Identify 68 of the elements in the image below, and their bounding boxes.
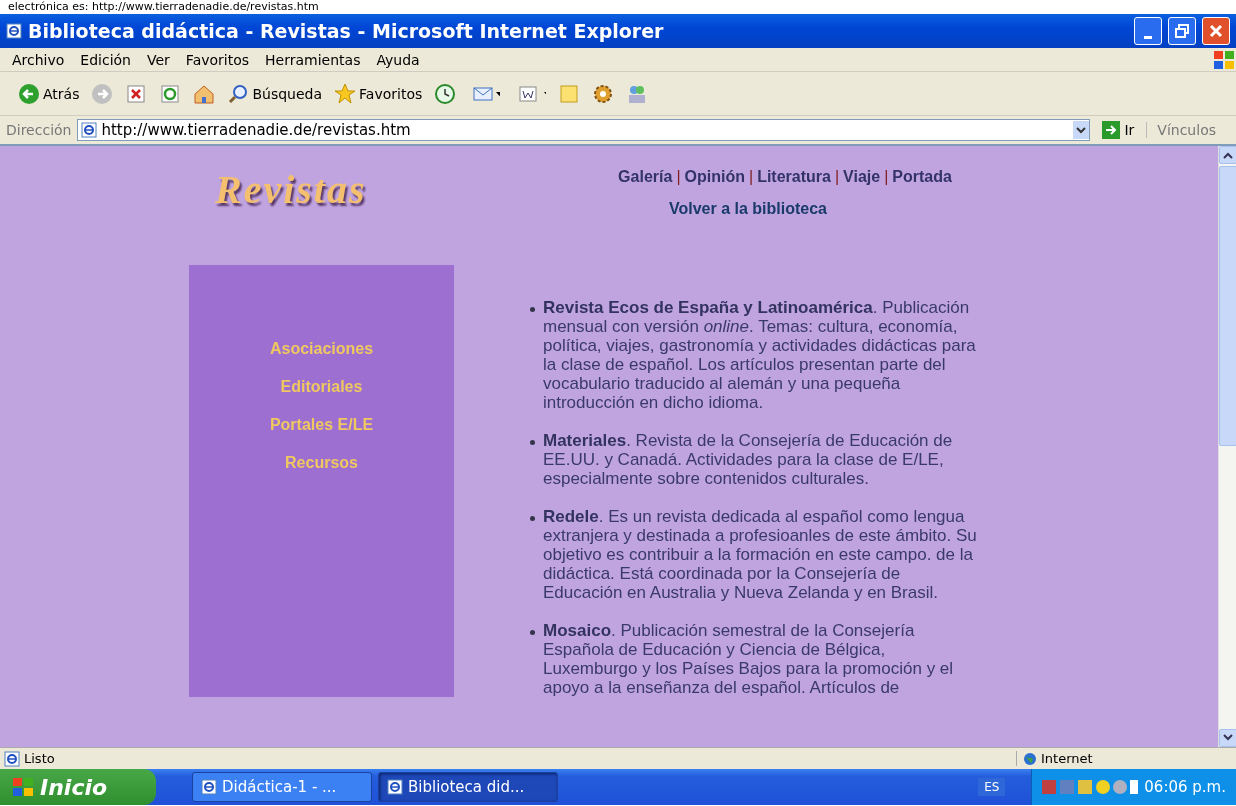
magazine-description: Materiales. Revista de la Consejería de Educación de EE.UU. y Canadá. Actividades para la clase de E/LE, especialmente sobre contenidos culturales. [543, 431, 954, 488]
nav-link[interactable]: Portada [892, 168, 952, 186]
page-heading: Revistas [215, 166, 368, 213]
start-button[interactable]: Inicio [0, 769, 156, 805]
nav-separator: | [884, 168, 889, 186]
magazine-description: Mosaico. Publicación semestral de la Consejería Española de Educación y Ciencia de Bélgica, Luxemburgo y los Países Bajos para la promoción y el apoyo a la enseñanza del español. Artículos de [543, 621, 955, 697]
minimize-icon [1144, 35, 1152, 39]
magazine-description: Revista Ecos de España y Latinoamérica. Publicación mensual con versión online. Temas: cultura, economía, política, viajes, gastronomía y actividades didácticas para la clase de español. Los artículos presentan parte del vocabulario traducido al alemán y una pequeña introducción en dicho idioma. [543, 298, 977, 412]
toolbar-back-button[interactable]: Atrás [16, 80, 82, 107]
browser-icon [6, 23, 22, 39]
window-icon [387, 779, 403, 795]
note-icon [558, 82, 581, 105]
bullet-icon [530, 307, 535, 312]
go-button[interactable]: Ir [1096, 121, 1141, 139]
nav-separator: | [676, 168, 681, 186]
language-indicator[interactable]: ES [978, 778, 1006, 796]
nav-separator: | [748, 168, 754, 186]
restore-button[interactable] [1168, 17, 1196, 45]
globe-icon [1023, 751, 1037, 766]
nav-link[interactable]: Viaje [843, 168, 881, 186]
menu-item[interactable]: Edición [80, 51, 131, 68]
zone-text: Internet [1041, 751, 1093, 766]
taskbar-button[interactable]: Biblioteca did... [378, 772, 558, 802]
links-label[interactable]: Vínculos [1146, 122, 1230, 138]
caret-down-icon [1223, 734, 1233, 742]
page-icon [4, 750, 20, 767]
close-button[interactable] [1202, 17, 1230, 45]
nav-link[interactable]: Literatura [757, 168, 831, 186]
menu-item[interactable]: Herramientas [265, 51, 361, 68]
search-icon [227, 82, 250, 105]
toolbar-favorites-button[interactable]: Favoritos [332, 80, 425, 107]
dropdown-icon [1073, 121, 1090, 139]
status-text: Listo [24, 751, 55, 766]
address-field[interactable]: http://www.tierradenadie.de/revistas.htm [77, 119, 1091, 141]
menu-item[interactable]: Archivo [12, 51, 65, 68]
clock: 06:06 p.m. [1144, 778, 1226, 796]
document-caption: electrónica es: http://www.tierradenadie.de/revistas.htm [7, 0, 320, 14]
nav-link[interactable]: Opinión [684, 168, 745, 186]
magazine-description: Redele. Es un revista dedicada al español como lengua extranjera y destinada a profesioanles de este ámbito. Su objetivo es contribuir a la formación en este campo. de la didáctica. Está coordinada por la Consejería de Educación en Australia y Nueva Zelanda y en Brasil. [543, 507, 978, 602]
star-icon [334, 82, 357, 105]
scroll-up-button[interactable] [1219, 146, 1236, 164]
restore-icon [1175, 24, 1189, 38]
windows-logo-icon [1212, 49, 1236, 70]
back-to-library-link[interactable]: Volver a la biblioteca [669, 200, 827, 218]
page-icon [81, 122, 98, 138]
gear-icon [592, 82, 615, 105]
clock-icon [434, 82, 457, 105]
address-label: Dirección [6, 122, 72, 138]
scroll-down-button[interactable] [1219, 729, 1236, 747]
bullet-icon [530, 440, 535, 445]
scroll-thumb[interactable] [1219, 166, 1236, 446]
minimize-button[interactable] [1134, 17, 1162, 45]
close-icon [1209, 24, 1223, 38]
nav-separator: | [834, 168, 840, 186]
stop-icon [125, 82, 148, 105]
bullet-icon [530, 630, 535, 635]
caret-up-icon [1223, 151, 1233, 159]
taskbar-button[interactable]: Didáctica-1 - ... [192, 772, 372, 802]
menu-item[interactable]: Ayuda [376, 51, 420, 68]
window-icon [201, 779, 217, 795]
menu-item[interactable]: Ver [147, 51, 170, 68]
toolbar-search-button[interactable]: Búsqueda [225, 80, 325, 107]
window-title: Biblioteca didáctica - Revistas - Microsoft Internet Explorer [28, 20, 665, 42]
menu-item[interactable]: Favoritos [185, 51, 250, 68]
bullet-icon [530, 516, 535, 521]
nav-link[interactable]: Galería [618, 168, 673, 186]
windows-logo-icon [12, 777, 34, 797]
refresh-icon [159, 82, 182, 105]
